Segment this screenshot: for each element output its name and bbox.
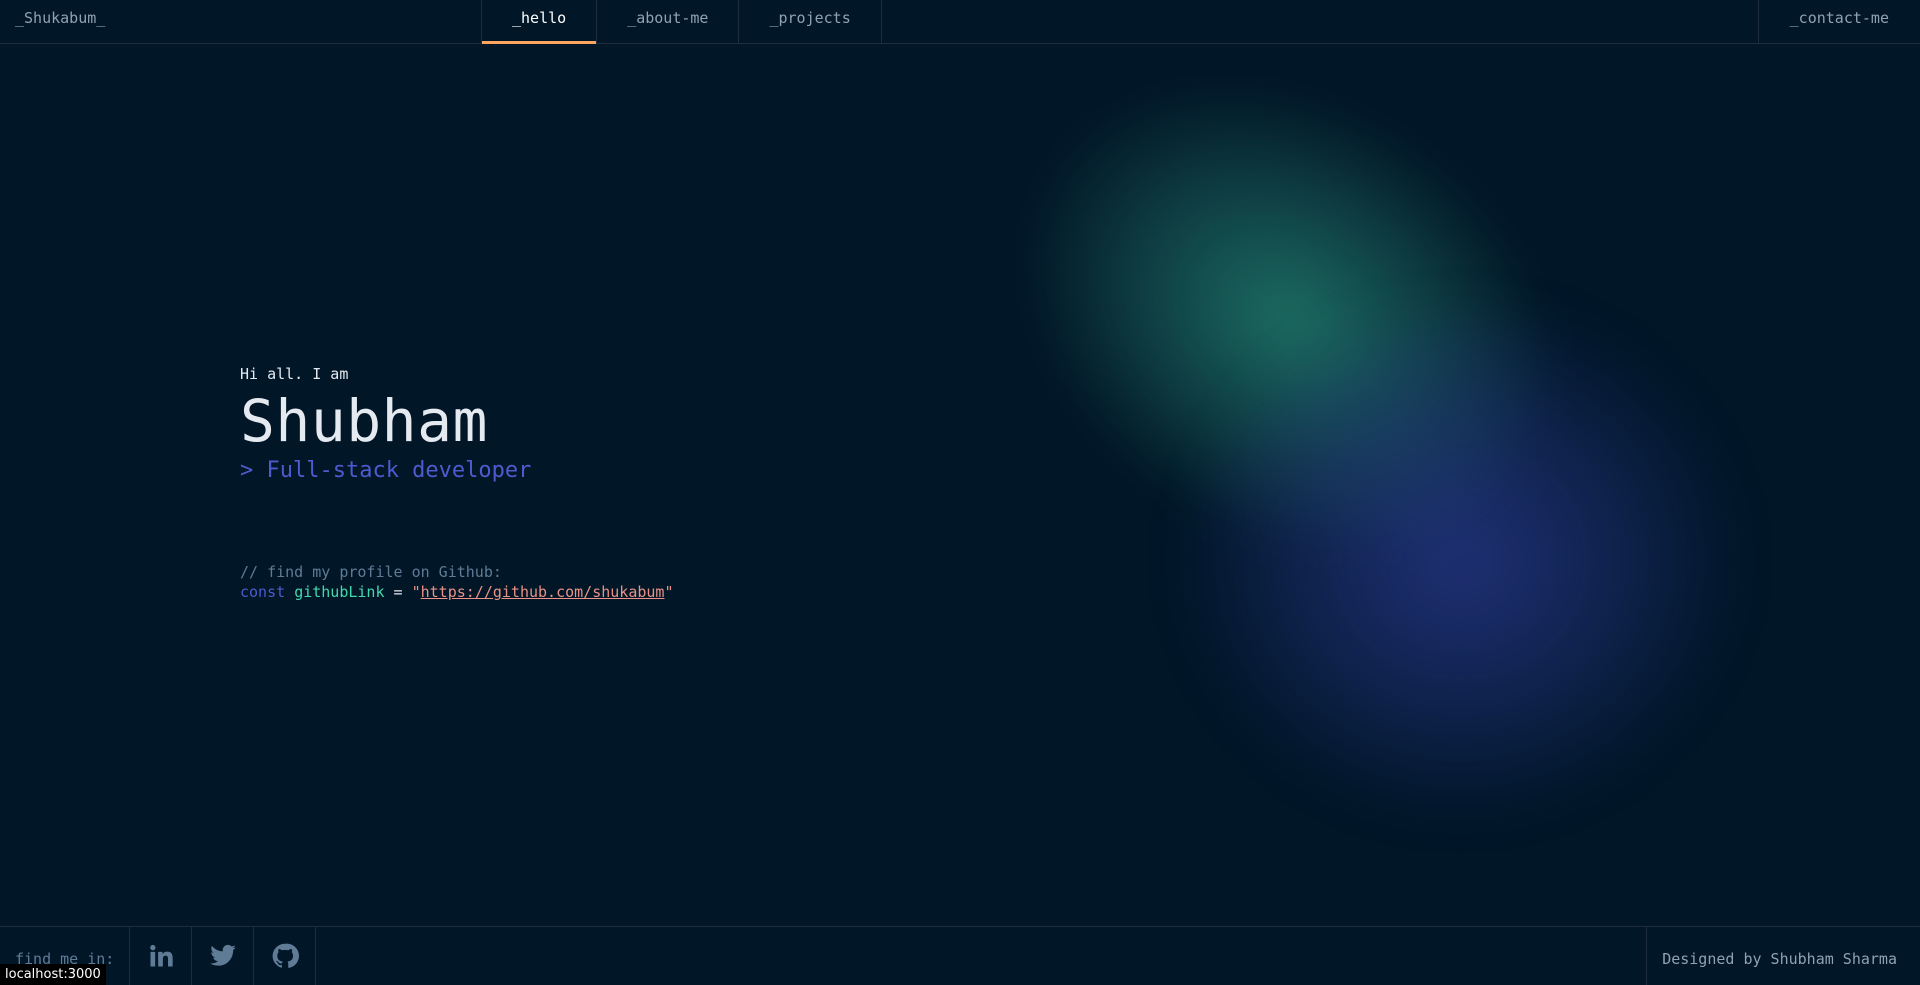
github-link[interactable]: https://github.com/shukabum: [421, 583, 665, 601]
twitter-link[interactable]: [192, 927, 255, 985]
page: _Shukabum_ _hello _about-me _projects _c…: [0, 0, 1920, 985]
nav-tab-hello[interactable]: _hello: [482, 0, 598, 44]
nav-tabs: _hello _about-me _projects: [481, 0, 882, 44]
code-quote-close: ": [664, 583, 674, 601]
code-snippet: // find my profile on Github: const gith…: [240, 562, 674, 602]
nav-tab-about-me[interactable]: _about-me: [597, 0, 740, 43]
github-icon: [272, 943, 299, 968]
hero-section: Hi all. I am Shubham > Full-stack develo…: [240, 362, 531, 486]
designer-credit: Designed by Shubham Sharma: [1646, 927, 1920, 985]
code-line: const githubLink = "https://github.com/s…: [240, 582, 674, 602]
twitter-icon: [210, 944, 236, 966]
footer: find me in: Designed by Shubham Sharma: [0, 926, 1920, 985]
code-comment: // find my profile on Github:: [240, 563, 502, 581]
hero-role: > Full-stack developer: [240, 458, 532, 483]
gradient-blob-blue: [1180, 300, 1740, 820]
hero-name: Shubham: [240, 387, 488, 455]
linkedin-icon: [149, 944, 173, 967]
nav-tab-projects[interactable]: _projects: [739, 0, 882, 43]
status-bar-url: localhost:3000: [0, 964, 106, 985]
nav-tab-contact-me[interactable]: _contact-me: [1757, 0, 1920, 43]
linkedin-link[interactable]: [130, 927, 193, 985]
header-spacer: [882, 0, 1758, 43]
github-profile-link[interactable]: [254, 927, 317, 985]
brand-name[interactable]: _Shukabum_: [0, 0, 481, 43]
top-navigation: _Shukabum_ _hello _about-me _projects _c…: [0, 0, 1920, 44]
greeting-text: Hi all. I am: [240, 365, 349, 383]
code-operator: =: [384, 583, 412, 601]
code-quote-open: ": [411, 583, 421, 601]
footer-spacer: [316, 927, 1646, 985]
code-keyword: const: [240, 583, 286, 601]
code-variable: githubLink: [294, 583, 385, 601]
